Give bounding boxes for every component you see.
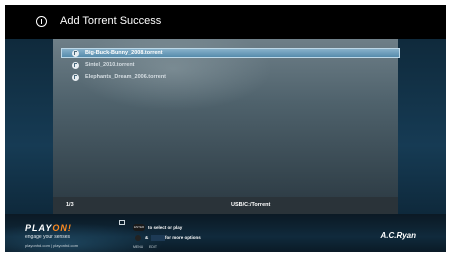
current-path: USB/C:/Torrent bbox=[231, 202, 271, 208]
remote-hint-icon bbox=[119, 220, 125, 225]
file-row[interactable]: Sintel_2010.torrent bbox=[61, 60, 400, 70]
file-name: Big-Buck-Bunny_2008.torrent bbox=[85, 50, 163, 56]
footer-bar: PLAYON! engage your senses playonhd.com … bbox=[5, 214, 446, 252]
enter-key-label: ENTER bbox=[134, 225, 145, 229]
hint-prefix: & bbox=[145, 235, 149, 240]
file-name: Elephants_Dream_2006.torrent bbox=[85, 74, 167, 80]
playon-logo: PLAYON! bbox=[25, 223, 72, 233]
torrent-file-icon bbox=[72, 49, 79, 57]
torrent-file-icon bbox=[72, 61, 79, 69]
torrent-file-icon bbox=[72, 73, 79, 81]
hint-select: to select or play bbox=[148, 225, 183, 230]
menu-key-icon bbox=[135, 235, 141, 241]
brand-tagline: engage your senses bbox=[25, 234, 71, 240]
title-bar: Add Torrent Success bbox=[5, 5, 446, 39]
file-browser-panel: Big-Buck-Bunny_2008.torrent Sintel_2010.… bbox=[53, 39, 400, 197]
page-indicator: 1/3 bbox=[66, 202, 74, 208]
torrent-file-list: Big-Buck-Bunny_2008.torrent Sintel_2010.… bbox=[61, 48, 400, 84]
status-bar: 1/3 USB/C:/Torrent bbox=[53, 197, 398, 214]
edit-key-label: EDIT bbox=[149, 245, 157, 249]
menu-key-label: MENU bbox=[133, 245, 144, 249]
file-name: Sintel_2010.torrent bbox=[85, 62, 135, 68]
file-row[interactable]: Elephants_Dream_2006.torrent bbox=[61, 72, 400, 82]
edit-key-icon bbox=[151, 235, 165, 241]
dialog-title: Add Torrent Success bbox=[60, 15, 162, 27]
acryan-logo: A.C.Ryan bbox=[380, 231, 416, 240]
info-icon bbox=[36, 16, 47, 27]
main-stage: Big-Buck-Bunny_2008.torrent Sintel_2010.… bbox=[5, 39, 446, 252]
tv-screen: Add Torrent Success Big-Buck-Bunny_2008.… bbox=[5, 5, 446, 252]
brand-site: playonhd.com | playonhd.com bbox=[25, 243, 79, 248]
file-row-selected[interactable]: Big-Buck-Bunny_2008.torrent bbox=[61, 48, 400, 58]
hint-options: for more options bbox=[165, 235, 201, 240]
